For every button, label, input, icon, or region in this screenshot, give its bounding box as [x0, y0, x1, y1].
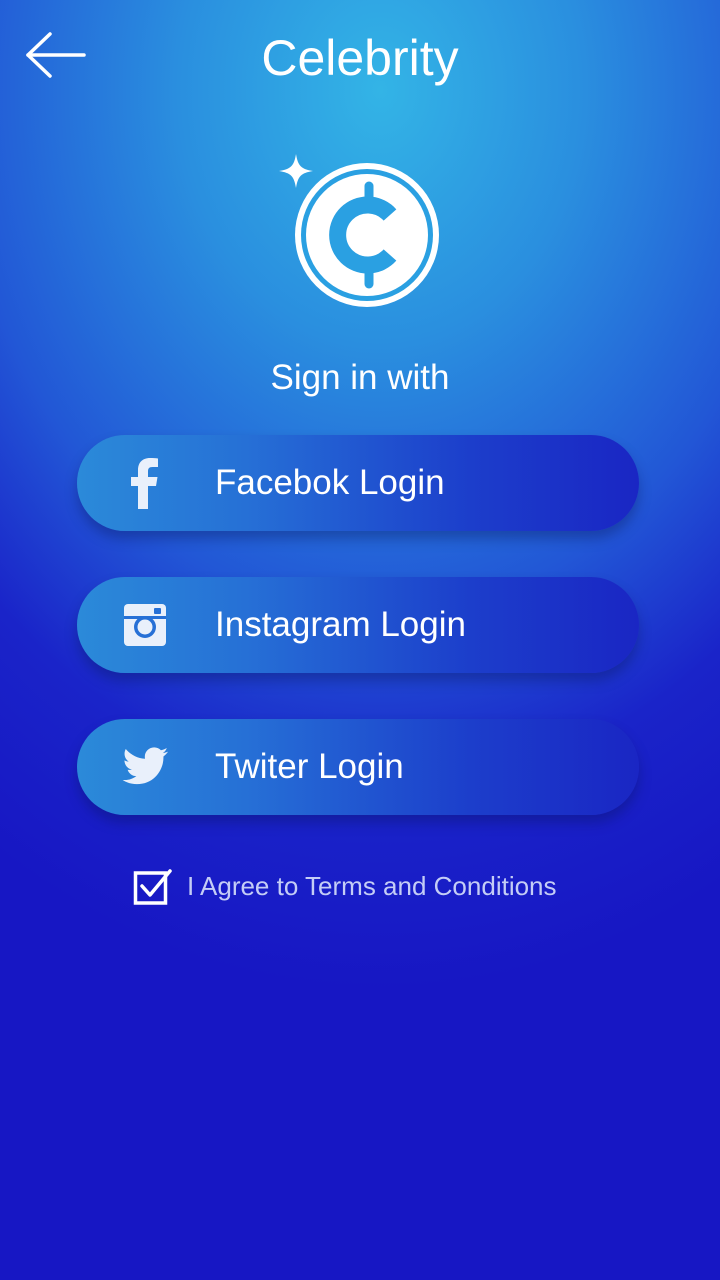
facebook-icon [131, 458, 158, 509]
page-title: Celebrity [261, 30, 459, 86]
terms-agreement: I Agree to Terms and Conditions [133, 866, 557, 906]
facebook-login-button[interactable]: Facebok Login [77, 435, 639, 531]
instagram-icon [124, 604, 166, 646]
app-logo [276, 150, 446, 315]
twitter-icon [122, 747, 169, 785]
twitter-login-button[interactable]: Twiter Login [77, 719, 639, 815]
facebook-login-label: Facebok Login [215, 463, 445, 502]
instagram-login-button[interactable]: Instagram Login [77, 577, 639, 673]
sign-in-heading: Sign in with [270, 358, 450, 397]
instagram-login-label: Instagram Login [215, 605, 466, 644]
twitter-login-label: Twiter Login [215, 747, 404, 786]
login-screen: Celebrity Sign in with Facebok Login Ins… [0, 0, 720, 1280]
checkbox-checked-icon[interactable] [133, 866, 173, 906]
sparkle-icon [279, 154, 313, 188]
terms-label[interactable]: I Agree to Terms and Conditions [187, 866, 557, 906]
cent-coin-icon [295, 163, 439, 307]
